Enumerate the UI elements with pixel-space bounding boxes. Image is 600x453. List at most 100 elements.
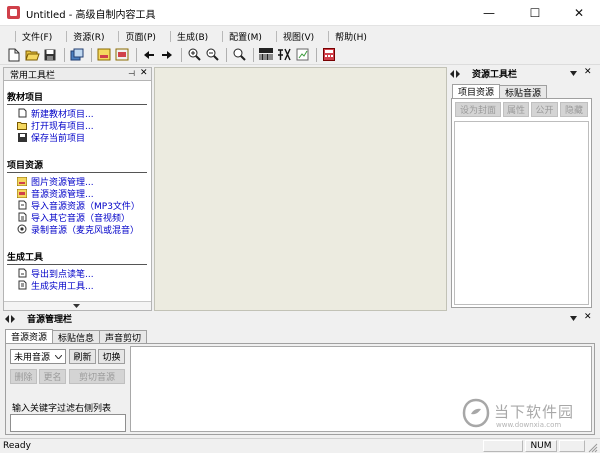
maximize-button[interactable]: ☐ — [512, 0, 558, 26]
link-import-mp3[interactable]: 导入音源资源（MP3文件） — [17, 199, 147, 212]
watermark-logo-icon — [462, 398, 490, 428]
toolbar-separator — [226, 47, 227, 62]
tab-audio-resources[interactable]: 音源资源 — [5, 329, 54, 343]
page-settings-icon[interactable] — [114, 47, 130, 63]
record-icon — [17, 224, 27, 234]
properties-button[interactable]: 属性 — [503, 102, 529, 117]
link-new-project[interactable]: 新建教材项目... — [17, 107, 147, 120]
chevron-down-icon[interactable] — [570, 316, 577, 321]
pin-icon[interactable]: ⊣ — [128, 69, 135, 78]
group-title-build: 生成工具 — [7, 253, 44, 263]
divider — [7, 104, 147, 105]
zoom-fit-icon[interactable] — [231, 47, 247, 63]
link-record-audio[interactable]: 录制音源（麦克风或混音） — [17, 223, 147, 236]
workspace-canvas[interactable] — [154, 67, 447, 311]
refresh-button[interactable]: 刷新 — [69, 349, 96, 364]
right-tab-content: 设为封面 属性 公开 隐藏 — [451, 98, 592, 308]
audio-filter-select[interactable]: 未用音源 — [10, 349, 66, 364]
tab-sticker-audio[interactable]: 标贴音源 — [499, 85, 548, 99]
close-icon[interactable]: ✕ — [140, 68, 148, 78]
chevron-down-icon[interactable] — [570, 71, 577, 76]
link-image-resources[interactable]: 图片资源管理... — [17, 175, 147, 188]
link-import-other[interactable]: 导入其它音源（音视频） — [17, 211, 147, 224]
present-icon[interactable] — [276, 47, 292, 63]
close-button[interactable]: ✕ — [556, 0, 600, 26]
zoom-in-icon[interactable] — [186, 47, 202, 63]
link-export-pen[interactable]: 导出到点读笔... — [17, 267, 147, 280]
toolbar-separator — [91, 47, 92, 62]
link-open-project[interactable]: 打开现有项目... — [17, 119, 147, 132]
menu-resource[interactable]: 资源(R) — [59, 30, 111, 43]
chevron-down-icon — [73, 304, 80, 308]
import-file-icon — [17, 212, 27, 222]
new-document-icon — [17, 108, 27, 118]
status-cell — [483, 440, 523, 452]
project-properties-icon[interactable] — [69, 47, 85, 63]
close-icon[interactable]: ✕ — [584, 67, 592, 77]
status-text: Ready — [3, 441, 31, 451]
watermark: 当下软件园 www.downxia.com — [462, 396, 590, 434]
link-build-tool[interactable]: 生成实用工具... — [17, 279, 147, 292]
new-file-icon[interactable] — [6, 47, 22, 63]
toolbar-separator — [253, 47, 254, 62]
resource-action-bar: 设为封面 属性 公开 隐藏 — [452, 99, 591, 120]
scroll-down-button[interactable] — [4, 301, 151, 310]
save-disk-icon — [17, 132, 27, 142]
switch-button[interactable]: 切换 — [98, 349, 125, 364]
right-panel-header: 资源工具栏 ✕ — [448, 67, 596, 80]
bottom-panel-title: 音源管理栏 — [27, 315, 73, 325]
add-page-icon[interactable] — [96, 47, 112, 63]
link-save-project[interactable]: 保存当前项目 — [17, 131, 147, 144]
menu-help[interactable]: 帮助(H) — [321, 30, 374, 43]
resource-list[interactable] — [454, 121, 589, 305]
toolbar-separator — [136, 47, 137, 62]
menu-view[interactable]: 视图(V) — [269, 30, 321, 43]
import-file-icon — [17, 200, 27, 210]
tab-audio-cut[interactable]: 声音剪切 — [99, 330, 148, 344]
tab-sticker-info[interactable]: 标贴信息 — [52, 330, 101, 344]
filter-keyword-label: 输入关键字过滤右侧列表 — [12, 404, 112, 414]
arrow-right-icon[interactable] — [159, 47, 175, 63]
set-cover-button[interactable]: 设为封面 — [455, 102, 501, 117]
open-folder-icon — [17, 120, 27, 130]
tab-project-resources[interactable]: 项目资源 — [452, 84, 501, 98]
image-edit-icon[interactable] — [294, 47, 310, 63]
dock-arrows-icon[interactable] — [450, 69, 466, 78]
resize-grip-icon[interactable] — [588, 443, 598, 453]
group-title-resources: 项目资源 — [7, 161, 44, 171]
zoom-out-icon[interactable] — [204, 47, 220, 63]
status-cell — [559, 440, 585, 452]
publish-button[interactable]: 公开 — [531, 102, 558, 117]
barcode-icon[interactable] — [258, 47, 274, 63]
watermark-url: www.downxia.com — [496, 421, 562, 429]
menu-config[interactable]: 配置(M) — [215, 30, 269, 43]
calculator-icon[interactable] — [321, 47, 337, 63]
dock-arrows-icon[interactable] — [5, 314, 21, 323]
right-resource-panel: 资源工具栏 ✕ 项目资源 标贴音源 设为封面 属性 公开 隐藏 — [448, 67, 596, 311]
save-disk-icon[interactable] — [42, 47, 58, 63]
delete-button[interactable]: 删除 — [10, 369, 37, 384]
group-title-project: 教材项目 — [7, 93, 44, 103]
menu-page[interactable]: 页面(P) — [111, 30, 162, 43]
open-folder-icon[interactable] — [24, 47, 40, 63]
cut-audio-button[interactable]: 剪切音源 — [69, 369, 125, 384]
hide-button[interactable]: 隐藏 — [560, 102, 588, 117]
toolbar — [0, 45, 600, 65]
chevron-down-icon — [55, 355, 62, 359]
export-file-icon — [17, 268, 27, 278]
watermark-brand: 当下软件园 — [494, 403, 575, 421]
menu-build[interactable]: 生成(B) — [163, 30, 215, 43]
audio-filter-value: 未用音源 — [14, 353, 51, 363]
filter-keyword-input[interactable] — [10, 414, 126, 432]
arrow-left-icon[interactable] — [141, 47, 157, 63]
menu-file[interactable]: 文件(F) — [8, 30, 59, 43]
left-panel-title: 常用工具栏 — [10, 70, 56, 81]
rename-button[interactable]: 更名 — [39, 369, 66, 384]
link-audio-resources[interactable]: 音源资源管理... — [17, 187, 147, 200]
app-icon — [7, 6, 20, 19]
title-bar: Untitled - 高级自制内容工具 — ☐ ✕ — [0, 0, 600, 26]
numlock-indicator: NUM — [525, 440, 557, 452]
build-tool-icon — [17, 280, 27, 290]
minimize-button[interactable]: — — [466, 0, 512, 26]
close-icon[interactable]: ✕ — [584, 312, 592, 322]
